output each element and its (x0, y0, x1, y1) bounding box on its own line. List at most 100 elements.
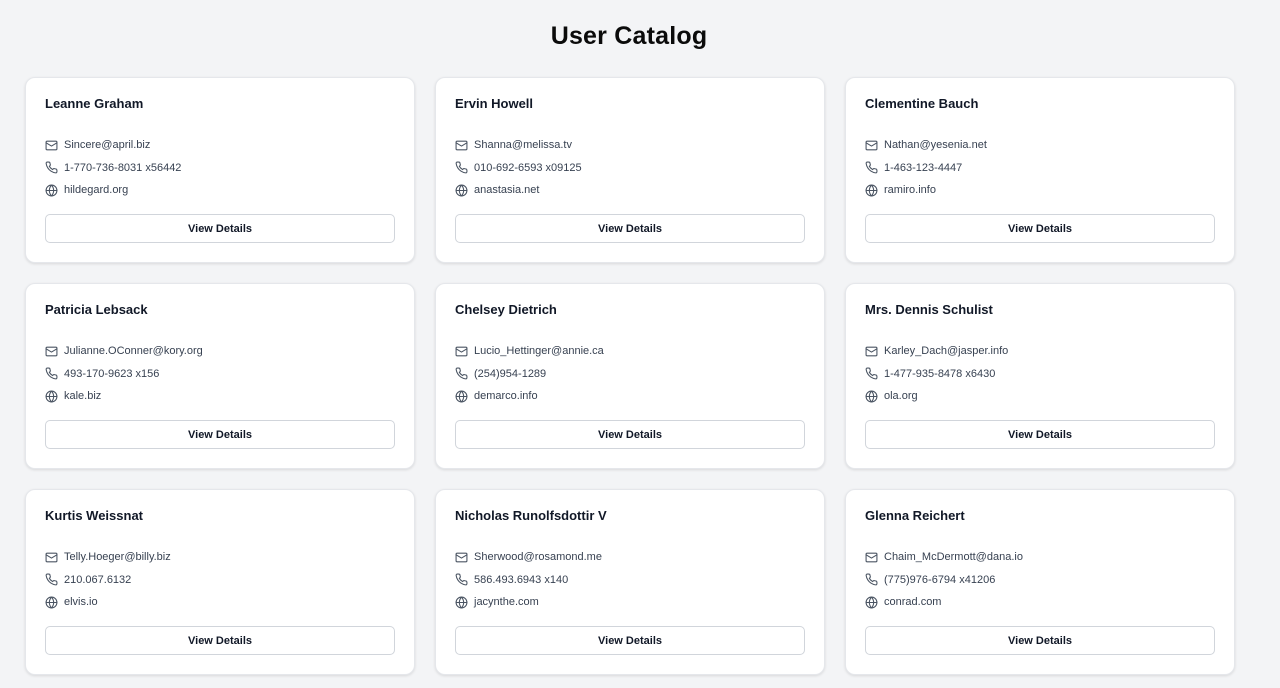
globe-icon (865, 184, 878, 197)
phone-row: 1-463-123-4447 (865, 157, 1215, 180)
globe-icon (455, 184, 468, 197)
phone-icon (45, 573, 58, 586)
user-phone: (254)954-1289 (474, 367, 547, 380)
phone-icon (865, 573, 878, 586)
user-card: Leanne Graham Sincere@april.biz 1-770-73… (25, 77, 415, 263)
globe-icon (865, 596, 878, 609)
user-website[interactable]: ramiro.info (884, 184, 936, 196)
mail-icon (455, 139, 468, 152)
user-name: Leanne Graham (45, 96, 144, 111)
user-card: Ervin Howell Shanna@melissa.tv 010-692-6… (435, 77, 825, 263)
user-contact-info: Telly.Hoeger@billy.biz 210.067.6132 elvi… (45, 546, 395, 614)
mail-icon (865, 345, 878, 358)
email-row: Telly.Hoeger@billy.biz (45, 546, 395, 569)
user-contact-info: Lucio_Hettinger@annie.ca (254)954-1289 d… (455, 340, 805, 408)
user-website[interactable]: demarco.info (474, 390, 538, 402)
phone-icon (865, 161, 878, 174)
user-email: Karley_Dach@jasper.info (884, 345, 1009, 358)
website-row: anastasia.net (455, 179, 805, 202)
user-card: Kurtis Weissnat Telly.Hoeger@billy.biz 2… (25, 489, 415, 675)
phone-row: 493-170-9623 x156 (45, 363, 395, 386)
user-contact-info: Sincere@april.biz 1-770-736-8031 x56442 … (45, 134, 395, 202)
mail-icon (455, 551, 468, 564)
website-row: ramiro.info (865, 179, 1215, 202)
user-name: Kurtis Weissnat (45, 508, 144, 523)
user-website[interactable]: hildegard.org (64, 184, 128, 196)
email-row: Nathan@yesenia.net (865, 134, 1215, 157)
view-details-button[interactable]: View Details (455, 214, 805, 243)
phone-row: 1-770-736-8031 x56442 (45, 157, 395, 180)
phone-icon (45, 367, 58, 380)
phone-row: 010-692-6593 x09125 (455, 157, 805, 180)
mail-icon (865, 139, 878, 152)
user-name: Clementine Bauch (865, 96, 979, 111)
website-row: hildegard.org (45, 179, 395, 202)
user-email: Chaim_McDermott@dana.io (884, 551, 1023, 564)
view-details-button[interactable]: View Details (865, 420, 1215, 449)
user-name: Ervin Howell (455, 96, 534, 111)
view-details-button[interactable]: View Details (45, 420, 395, 449)
user-website[interactable]: conrad.com (884, 596, 941, 608)
email-row: Karley_Dach@jasper.info (865, 340, 1215, 363)
user-card: Clementine Bauch Nathan@yesenia.net 1-46… (845, 77, 1235, 263)
phone-row: 210.067.6132 (45, 569, 395, 592)
website-row: kale.biz (45, 385, 395, 408)
user-card: Chelsey Dietrich Lucio_Hettinger@annie.c… (435, 283, 825, 469)
email-row: Shanna@melissa.tv (455, 134, 805, 157)
user-website[interactable]: jacynthe.com (474, 596, 539, 608)
user-website[interactable]: kale.biz (64, 390, 101, 402)
user-email: Sherwood@rosamond.me (474, 551, 602, 564)
email-row: Sincere@april.biz (45, 134, 395, 157)
user-contact-info: Shanna@melissa.tv 010-692-6593 x09125 an… (455, 134, 805, 202)
user-email: Lucio_Hettinger@annie.ca (474, 345, 604, 358)
user-phone: 586.493.6943 x140 (474, 573, 569, 586)
user-phone: 210.067.6132 (64, 573, 132, 586)
user-name: Patricia Lebsack (45, 302, 148, 317)
user-phone: 1-477-935-8478 x6430 (884, 367, 996, 380)
user-email: Telly.Hoeger@billy.biz (64, 551, 171, 564)
user-card: Patricia Lebsack Julianne.OConner@kory.o… (25, 283, 415, 469)
user-contact-info: Karley_Dach@jasper.info 1-477-935-8478 x… (865, 340, 1215, 408)
user-website[interactable]: anastasia.net (474, 184, 539, 196)
mail-icon (45, 139, 58, 152)
mail-icon (45, 551, 58, 564)
phone-icon (865, 367, 878, 380)
user-website[interactable]: elvis.io (64, 596, 98, 608)
globe-icon (455, 390, 468, 403)
globe-icon (45, 596, 58, 609)
view-details-button[interactable]: View Details (45, 214, 395, 243)
view-details-button[interactable]: View Details (455, 420, 805, 449)
user-contact-info: Nathan@yesenia.net 1-463-123-4447 ramiro… (865, 134, 1215, 202)
website-row: conrad.com (865, 591, 1215, 614)
view-details-button[interactable]: View Details (865, 214, 1215, 243)
phone-row: 586.493.6943 x140 (455, 569, 805, 592)
phone-icon (455, 573, 468, 586)
user-contact-info: Sherwood@rosamond.me 586.493.6943 x140 j… (455, 546, 805, 614)
globe-icon (45, 390, 58, 403)
user-phone: (775)976-6794 x41206 (884, 573, 996, 586)
website-row: demarco.info (455, 385, 805, 408)
user-email: Sincere@april.biz (64, 139, 151, 152)
view-details-button[interactable]: View Details (865, 626, 1215, 655)
user-email: Julianne.OConner@kory.org (64, 345, 203, 358)
view-details-button[interactable]: View Details (455, 626, 805, 655)
view-details-button[interactable]: View Details (45, 626, 395, 655)
user-phone: 1-463-123-4447 (884, 161, 963, 174)
user-phone: 493-170-9623 x156 (64, 367, 160, 380)
user-name: Nicholas Runolfsdottir V (455, 508, 607, 523)
website-row: jacynthe.com (455, 591, 805, 614)
globe-icon (865, 390, 878, 403)
globe-icon (45, 184, 58, 197)
mail-icon (45, 345, 58, 358)
mail-icon (865, 551, 878, 564)
email-row: Lucio_Hettinger@annie.ca (455, 340, 805, 363)
user-name: Glenna Reichert (865, 508, 965, 523)
globe-icon (455, 596, 468, 609)
phone-icon (45, 161, 58, 174)
user-name: Mrs. Dennis Schulist (865, 302, 993, 317)
user-card: Nicholas Runolfsdottir V Sherwood@rosamo… (435, 489, 825, 675)
phone-icon (455, 367, 468, 380)
user-website[interactable]: ola.org (884, 390, 918, 402)
website-row: ola.org (865, 385, 1215, 408)
page-title: User Catalog (550, 22, 708, 50)
